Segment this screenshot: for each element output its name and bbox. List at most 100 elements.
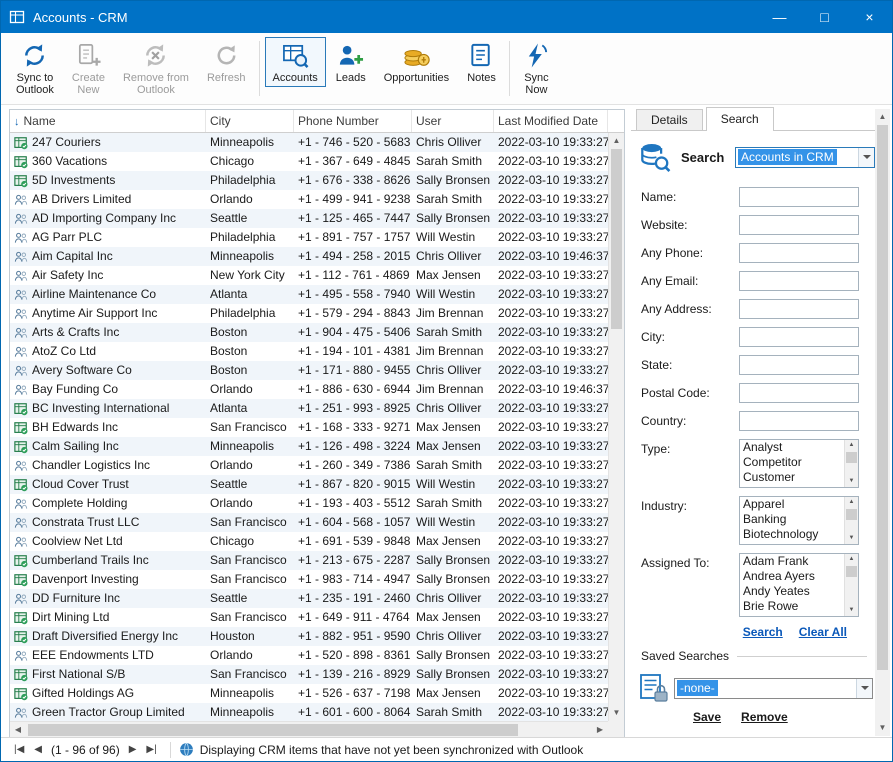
column-header-name[interactable]: Name [10, 110, 206, 132]
save-link[interactable]: Save [693, 710, 721, 724]
column-header-city[interactable]: City [206, 110, 294, 132]
vertical-scroll-thumb[interactable] [611, 149, 622, 329]
table-row[interactable]: Anytime Air Support IncPhiladelphia+1 - … [10, 304, 608, 323]
table-horizontal-scrollbar[interactable] [10, 721, 608, 738]
listbox-scrollbar[interactable] [844, 497, 858, 544]
any-email-field[interactable] [739, 271, 859, 291]
table-row[interactable]: DD Furniture IncSeattle+1 - 235 - 191 - … [10, 589, 608, 608]
search-link[interactable]: Search [743, 625, 783, 639]
table-row[interactable]: First National S/BSan Francisco+1 - 139 … [10, 665, 608, 684]
chevron-down-icon[interactable] [858, 148, 874, 167]
table-row[interactable]: AtoZ Co LtdBoston+1 - 194 - 101 - 4381Ji… [10, 342, 608, 361]
listbox-scrollbar[interactable] [844, 440, 858, 487]
table-row[interactable]: BC Investing InternationalAtlanta+1 - 25… [10, 399, 608, 418]
scroll-down-arrow-icon[interactable] [845, 533, 858, 544]
previous-page-button[interactable]: ◀ [29, 744, 47, 755]
assigned-to-listbox[interactable]: Adam FrankAndrea AyersAndy YeatesBrie Ro… [739, 553, 859, 617]
scroll-up-arrow-icon[interactable] [609, 133, 624, 149]
listbox-option[interactable]: Customer [740, 470, 844, 485]
tab-search[interactable]: Search [706, 107, 774, 131]
scroll-down-arrow-icon[interactable] [609, 705, 624, 721]
scroll-up-arrow-icon[interactable] [875, 109, 890, 125]
table-row[interactable]: Coolview Net LtdChicago+1 - 691 - 539 - … [10, 532, 608, 551]
listbox-option[interactable]: Competitor [740, 455, 844, 470]
table-row[interactable]: 5D InvestmentsPhiladelphia+1 - 676 - 338… [10, 171, 608, 190]
remove-link[interactable]: Remove [741, 710, 788, 724]
listbox-option[interactable]: Brie Rowe [740, 599, 844, 614]
minimize-button[interactable]: — [757, 1, 802, 33]
type-listbox[interactable]: AnalystCompetitorCustomer [739, 439, 859, 488]
leads-button[interactable]: Leads [328, 37, 374, 87]
opportunities-button[interactable]: Opportunities [376, 37, 457, 87]
table-row[interactable]: Cloud Cover TrustSeattle+1 - 867 - 820 -… [10, 475, 608, 494]
listbox-option[interactable]: Apparel [740, 497, 844, 512]
horizontal-scroll-thumb[interactable] [28, 724, 518, 736]
close-button[interactable]: × [847, 1, 892, 33]
sync-to-outlook-button[interactable]: Sync toOutlook [8, 37, 62, 99]
table-row[interactable]: Calm Sailing IncMinneapolis+1 - 126 - 49… [10, 437, 608, 456]
vertical-scroll-thumb[interactable] [846, 566, 857, 577]
table-row[interactable]: Complete HoldingOrlando+1 - 193 - 403 - … [10, 494, 608, 513]
website-field[interactable] [739, 215, 859, 235]
sync-now-button[interactable]: SyncNow [515, 37, 558, 99]
table-row[interactable]: Constrata Trust LLCSan Francisco+1 - 604… [10, 513, 608, 532]
any-phone-field[interactable] [739, 243, 859, 263]
country-field[interactable] [739, 411, 859, 431]
table-row[interactable]: EEE Endowments LTDOrlando+1 - 520 - 898 … [10, 646, 608, 665]
column-header-modified[interactable]: Last Modified Date [494, 110, 608, 132]
table-vertical-scrollbar[interactable] [608, 133, 624, 721]
table-row[interactable]: Avery Software CoBoston+1 - 171 - 880 - … [10, 361, 608, 380]
listbox-option[interactable]: Biotechnology [740, 527, 844, 542]
scroll-down-arrow-icon[interactable] [845, 476, 858, 487]
table-row[interactable]: Chandler Logistics IncOrlando+1 - 260 - … [10, 456, 608, 475]
listbox-option[interactable]: Analyst [740, 440, 844, 455]
table-row[interactable]: Aim Capital IncMinneapolis+1 - 494 - 258… [10, 247, 608, 266]
table-row[interactable]: Bay Funding CoOrlando+1 - 886 - 630 - 69… [10, 380, 608, 399]
scroll-up-arrow-icon[interactable] [845, 554, 858, 565]
table-row[interactable]: Arts & Crafts IncBoston+1 - 904 - 475 - … [10, 323, 608, 342]
scroll-left-arrow-icon[interactable] [10, 722, 26, 738]
listbox-option[interactable]: Adam Frank [740, 554, 844, 569]
scroll-up-arrow-icon[interactable] [845, 440, 858, 451]
saved-search-dropdown[interactable]: -none- [674, 678, 873, 699]
state-field[interactable] [739, 355, 859, 375]
table-row[interactable]: BH Edwards IncSan Francisco+1 - 168 - 33… [10, 418, 608, 437]
table-row[interactable]: Davenport InvestingSan Francisco+1 - 983… [10, 570, 608, 589]
table-row[interactable]: Gifted Holdings AGMinneapolis+1 - 526 - … [10, 684, 608, 703]
scroll-down-arrow-icon[interactable] [845, 605, 858, 616]
city-field[interactable] [739, 327, 859, 347]
table-row[interactable]: 360 VacationsChicago+1 - 367 - 649 - 484… [10, 152, 608, 171]
table-row[interactable]: Dirt Mining LtdSan Francisco+1 - 649 - 9… [10, 608, 608, 627]
table-row[interactable]: Draft Diversified Energy IncHouston+1 - … [10, 627, 608, 646]
table-row[interactable]: AD Importing Company IncSeattle+1 - 125 … [10, 209, 608, 228]
name-field[interactable] [739, 187, 859, 207]
panel-vertical-scrollbar[interactable] [875, 109, 890, 736]
next-page-button[interactable]: ▶ [124, 744, 142, 755]
table-row[interactable]: AG Parr PLCPhiladelphia+1 - 891 - 757 - … [10, 228, 608, 247]
vertical-scroll-thumb[interactable] [846, 509, 857, 520]
tab-details[interactable]: Details [636, 109, 703, 130]
industry-listbox[interactable]: ApparelBankingBiotechnology [739, 496, 859, 545]
listbox-option[interactable]: Andrea Ayers [740, 569, 844, 584]
table-row[interactable]: Cumberland Trails IncSan Francisco+1 - 2… [10, 551, 608, 570]
table-row[interactable]: Green Tractor Group LimitedMinneapolis+1… [10, 703, 608, 722]
table-row[interactable]: 247 CouriersMinneapolis+1 - 746 - 520 - … [10, 133, 608, 152]
table-row[interactable]: AB Drivers LimitedOrlando+1 - 499 - 941 … [10, 190, 608, 209]
scroll-up-arrow-icon[interactable] [845, 497, 858, 508]
vertical-scroll-thumb[interactable] [846, 452, 857, 463]
chevron-down-icon[interactable] [856, 679, 872, 698]
notes-button[interactable]: Notes [459, 37, 504, 87]
table-row[interactable]: Airline Maintenance CoAtlanta+1 - 495 - … [10, 285, 608, 304]
column-header-phone[interactable]: Phone Number [294, 110, 412, 132]
first-page-button[interactable]: |◀ [9, 744, 29, 755]
listbox-option[interactable]: Banking [740, 512, 844, 527]
last-page-button[interactable]: ▶| [141, 744, 161, 755]
clear-all-link[interactable]: Clear All [799, 625, 847, 639]
listbox-scrollbar[interactable] [844, 554, 858, 616]
scroll-down-arrow-icon[interactable] [875, 720, 890, 736]
listbox-option[interactable]: Andy Yeates [740, 584, 844, 599]
accounts-button[interactable]: Accounts [265, 37, 326, 87]
vertical-scroll-thumb[interactable] [877, 125, 888, 670]
scroll-right-arrow-icon[interactable] [592, 722, 608, 738]
search-scope-dropdown[interactable]: Accounts in CRM [735, 147, 875, 168]
